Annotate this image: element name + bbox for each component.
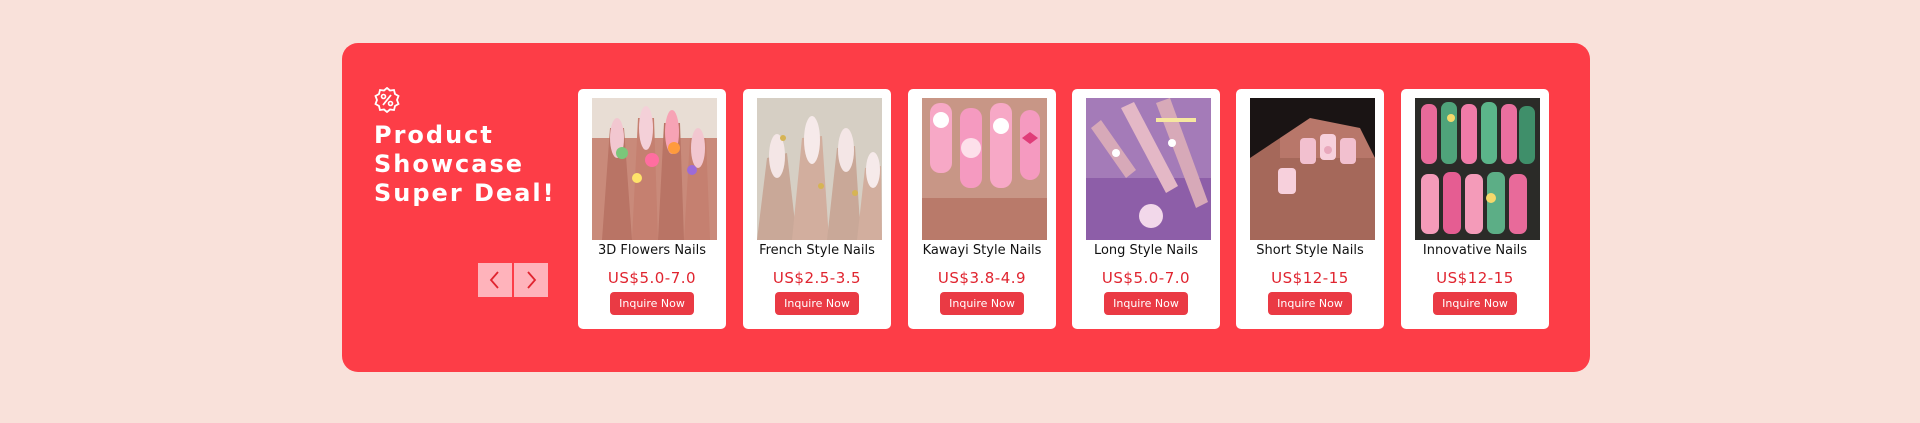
product-name[interactable]: French Style Nails <box>743 243 891 258</box>
inquire-now-button[interactable]: Inquire Now <box>775 292 859 315</box>
product-card[interactable]: French Style Nails US$2.5-3.5 Inquire No… <box>743 89 891 329</box>
inquire-now-button[interactable]: Inquire Now <box>1268 292 1352 315</box>
chevron-left-icon <box>489 271 499 289</box>
inquire-now-button[interactable]: Inquire Now <box>1433 292 1517 315</box>
product-name[interactable]: Kawayi Style Nails <box>908 243 1056 258</box>
product-price: US$5.0-7.0 <box>1101 269 1191 287</box>
chevron-right-icon <box>527 271 537 289</box>
product-card[interactable]: Long Style Nails US$5.0-7.0 Inquire Now <box>1072 89 1220 329</box>
inquire-now-button[interactable]: Inquire Now <box>940 292 1024 315</box>
product-image[interactable] <box>922 98 1047 240</box>
product-image[interactable] <box>757 98 882 240</box>
product-price: US$2.5-3.5 <box>772 269 862 287</box>
product-price: US$5.0-7.0 <box>607 269 697 287</box>
product-card[interactable]: Innovative Nails US$12-15 Inquire Now <box>1401 89 1549 329</box>
product-name[interactable]: Short Style Nails <box>1236 243 1384 258</box>
inquire-now-button[interactable]: Inquire Now <box>610 292 694 315</box>
product-card[interactable]: Kawayi Style Nails US$3.8-4.9 Inquire No… <box>908 89 1056 329</box>
inquire-now-button[interactable]: Inquire Now <box>1104 292 1188 315</box>
carousel-next-button[interactable] <box>514 263 548 297</box>
product-image[interactable] <box>1086 98 1211 240</box>
product-name[interactable]: 3D Flowers Nails <box>578 243 726 258</box>
product-name[interactable]: Long Style Nails <box>1072 243 1220 258</box>
product-price: US$3.8-4.9 <box>937 269 1027 287</box>
product-card[interactable]: Short Style Nails US$12-15 Inquire Now <box>1236 89 1384 329</box>
product-price: US$12-15 <box>1436 269 1514 287</box>
product-name[interactable]: Innovative Nails <box>1401 243 1549 258</box>
product-image[interactable] <box>1415 98 1540 240</box>
product-card[interactable]: 3D Flowers Nails US$5.0-7.0 Inquire Now <box>578 89 726 329</box>
product-image[interactable] <box>592 98 717 240</box>
product-price: US$12-15 <box>1271 269 1349 287</box>
product-image[interactable] <box>1250 98 1375 240</box>
promo-panel: Product Showcase Super Deal! 3D Flowers … <box>342 43 1590 372</box>
discount-badge-icon <box>374 87 400 113</box>
carousel-prev-button[interactable] <box>478 263 512 297</box>
promo-title: Product Showcase Super Deal! <box>374 121 556 207</box>
